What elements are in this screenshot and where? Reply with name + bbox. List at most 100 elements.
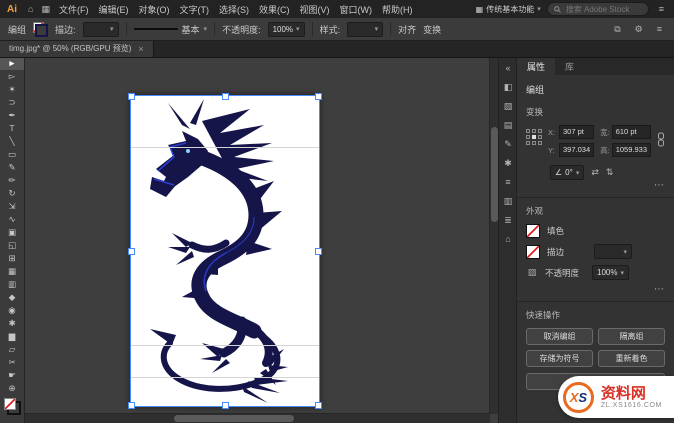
stock-search[interactable] bbox=[547, 2, 649, 16]
scrollbar-thumb[interactable] bbox=[174, 415, 294, 422]
brushes-panel-icon[interactable]: ✎ bbox=[499, 135, 517, 154]
mesh-tool[interactable]: ▦ bbox=[0, 265, 24, 278]
eyedropper-tool[interactable]: ◆ bbox=[0, 291, 24, 304]
toolbar-fill-stroke[interactable] bbox=[4, 398, 21, 415]
tab-libraries[interactable]: 库 bbox=[555, 57, 584, 75]
zoom-tool[interactable]: ⊕ bbox=[0, 382, 24, 395]
workspace-switcher[interactable]: ▦ 传统基本功能 ▾ bbox=[476, 4, 541, 15]
direct-selection-tool[interactable]: ▻ bbox=[0, 70, 24, 83]
arrange-icon[interactable]: ⧉ bbox=[610, 24, 624, 35]
panel-menu-icon[interactable]: ≡ bbox=[653, 24, 666, 34]
flip-vertical-icon[interactable]: ⇅ bbox=[606, 167, 614, 178]
selection-handle[interactable] bbox=[222, 402, 229, 409]
color-guide-panel-icon[interactable]: ▧ bbox=[499, 97, 517, 116]
selection-handle[interactable] bbox=[128, 402, 135, 409]
quick-action-button[interactable]: 取消编组 bbox=[526, 328, 593, 345]
opacity-select[interactable]: 100% ▾ bbox=[592, 265, 629, 280]
transform-field-input[interactable]: 610 pt bbox=[612, 125, 651, 139]
menu-item[interactable]: 效果(C) bbox=[254, 3, 295, 16]
magic-wand-tool[interactable]: ✶ bbox=[0, 83, 24, 96]
menu-item[interactable]: 视图(V) bbox=[294, 3, 334, 16]
artboard-tool[interactable]: ▱ bbox=[0, 343, 24, 356]
selection-handle[interactable] bbox=[315, 93, 322, 100]
selection-handle[interactable] bbox=[315, 402, 322, 409]
layers-panel-icon[interactable]: ≣ bbox=[499, 211, 517, 230]
selection-tool[interactable]: ► bbox=[0, 57, 24, 70]
opacity-dropdown[interactable]: 100% ▾ bbox=[268, 22, 305, 37]
slice-tool[interactable]: ✂ bbox=[0, 356, 24, 369]
selection-handle[interactable] bbox=[128, 93, 135, 100]
home-icon[interactable]: ⌂ bbox=[24, 4, 37, 14]
expand-panels-icon[interactable]: « bbox=[499, 59, 517, 78]
more-options-icon[interactable]: ⋯ bbox=[654, 286, 665, 294]
flip-horizontal-icon[interactable]: ⇄ bbox=[591, 167, 599, 178]
menu-item[interactable]: 对象(O) bbox=[133, 3, 174, 16]
paintbrush-tool[interactable]: ✎ bbox=[0, 161, 24, 174]
menu-item[interactable]: 文件(F) bbox=[54, 3, 94, 16]
document-tab[interactable]: timg.jpg* @ 50% (RGB/GPU 预览) × bbox=[0, 40, 154, 57]
stock-search-input[interactable] bbox=[564, 4, 642, 15]
scrollbar-thumb[interactable] bbox=[491, 127, 498, 222]
style-dropdown[interactable]: ▾ bbox=[347, 22, 383, 37]
quick-action-button[interactable]: 隔离组 bbox=[598, 328, 665, 345]
selection-handle[interactable] bbox=[222, 93, 229, 100]
symbols-panel-icon[interactable]: ✱ bbox=[499, 154, 517, 173]
close-tab-icon[interactable]: × bbox=[138, 44, 143, 54]
app-menu-icon[interactable]: ≡ bbox=[655, 4, 668, 14]
transform-button[interactable]: 变换 bbox=[423, 23, 441, 36]
stroke-width-select[interactable]: ▾ bbox=[594, 244, 632, 259]
quick-action-button[interactable]: 重新着色 bbox=[598, 350, 665, 367]
style-label: 样式: bbox=[320, 23, 341, 36]
selection-handle[interactable] bbox=[315, 248, 322, 255]
column-graph-tool[interactable]: ▆ bbox=[0, 330, 24, 343]
menu-item[interactable]: 帮助(H) bbox=[377, 3, 418, 16]
more-options-icon[interactable]: ⋯ bbox=[654, 182, 665, 190]
menu-item[interactable]: 窗口(W) bbox=[334, 3, 377, 16]
stroke-profile-dropdown[interactable]: 基本 ▾ bbox=[134, 23, 208, 36]
lasso-tool[interactable]: ⊃ bbox=[0, 96, 24, 109]
menu-item[interactable]: 编辑(E) bbox=[93, 3, 133, 16]
settings-icon[interactable]: ⚙ bbox=[631, 24, 647, 35]
selection-handle[interactable] bbox=[128, 248, 135, 255]
color-panel-icon[interactable]: ◧ bbox=[499, 78, 517, 97]
transform-field-input[interactable]: 307 pt bbox=[559, 125, 594, 139]
menu-item[interactable]: 选择(S) bbox=[214, 3, 254, 16]
symbol-sprayer-tool[interactable]: ✱ bbox=[0, 317, 24, 330]
scale-tool[interactable]: ⇲ bbox=[0, 200, 24, 213]
stroke-swatch[interactable] bbox=[526, 245, 540, 259]
gradient-panel-icon[interactable]: ▥ bbox=[499, 192, 517, 211]
swatches-panel-icon[interactable]: ▤ bbox=[499, 116, 517, 135]
rectangle-tool[interactable]: ▭ bbox=[0, 148, 24, 161]
tab-properties[interactable]: 属性 bbox=[517, 57, 555, 75]
quick-action-button[interactable]: 存储为符号 bbox=[526, 350, 593, 367]
rotation-angle-dropdown[interactable]: ∠ 0° ▾ bbox=[550, 165, 584, 180]
blend-tool[interactable]: ◉ bbox=[0, 304, 24, 317]
line-segment-tool[interactable]: ╲ bbox=[0, 135, 24, 148]
pencil-tool[interactable]: ✏ bbox=[0, 174, 24, 187]
rotate-row: ∠ 0° ▾ ⇄ ⇅ bbox=[526, 165, 665, 180]
width-tool[interactable]: ∿ bbox=[0, 213, 24, 226]
pen-tool[interactable]: ✒ bbox=[0, 109, 24, 122]
chevron-down-icon: ▾ bbox=[620, 269, 624, 277]
type-tool[interactable]: T bbox=[0, 122, 24, 135]
stroke-panel-icon[interactable]: ≡ bbox=[499, 173, 517, 192]
menu-item[interactable]: 文字(T) bbox=[174, 3, 214, 16]
free-transform-tool[interactable]: ▣ bbox=[0, 226, 24, 239]
fill-stroke-swatch[interactable] bbox=[33, 22, 48, 37]
gradient-tool[interactable]: ▥ bbox=[0, 278, 24, 291]
fill-swatch[interactable] bbox=[526, 224, 540, 238]
rotate-tool[interactable]: ↻ bbox=[0, 187, 24, 200]
align-button[interactable]: 对齐 bbox=[398, 23, 416, 36]
stroke-width-dropdown[interactable]: ▾ bbox=[83, 22, 119, 37]
canvas-area[interactable] bbox=[24, 57, 499, 423]
transform-field-input[interactable]: 397.034 bbox=[559, 143, 594, 157]
libraries-panel-icon[interactable]: ⌂ bbox=[499, 230, 517, 249]
perspective-grid-tool[interactable]: ⊞ bbox=[0, 252, 24, 265]
shape-builder-tool[interactable]: ◱ bbox=[0, 239, 24, 252]
horizontal-scrollbar[interactable] bbox=[24, 413, 490, 423]
reference-point-locator[interactable] bbox=[526, 129, 542, 145]
hand-tool[interactable]: ☛ bbox=[0, 369, 24, 382]
constrain-proportions-icon[interactable] bbox=[657, 132, 665, 149]
transform-field-input[interactable]: 1059.933 bbox=[612, 143, 651, 157]
grid-icon[interactable]: ▦ bbox=[37, 4, 54, 15]
